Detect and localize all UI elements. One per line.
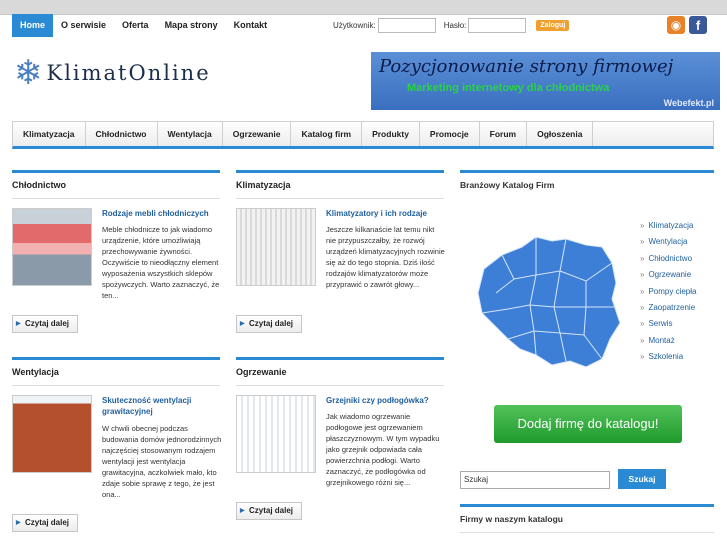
mainnav-katalog[interactable]: Katalog firm bbox=[291, 122, 363, 146]
section-heading: Chłodnictwo bbox=[12, 180, 66, 190]
article-excerpt: Jeszcze kilkanaście lat temu nikt nie pr… bbox=[326, 225, 445, 289]
username-input[interactable] bbox=[377, 18, 436, 33]
read-more-button[interactable]: Czytaj dalej bbox=[12, 315, 78, 333]
section-heading: Ogrzewanie bbox=[236, 367, 287, 377]
nav-home[interactable]: Home bbox=[12, 14, 54, 37]
logo-part1: Klimat bbox=[46, 61, 129, 85]
category-item[interactable]: » Wentylacja bbox=[640, 234, 696, 250]
category-item[interactable]: » Szkolenia bbox=[640, 349, 696, 365]
read-more-button[interactable]: Czytaj dalej bbox=[236, 315, 302, 333]
category-item[interactable]: » Montaż bbox=[640, 333, 696, 349]
add-company-button[interactable]: Dodaj firmę do katalogu! bbox=[494, 405, 682, 443]
banner-subline: Marketing internetowy dla chłodnictwa bbox=[407, 82, 610, 94]
mainnav-wentylacja[interactable]: Wentylacja bbox=[158, 122, 223, 146]
article-title[interactable]: Rodzaje mebli chłodniczych bbox=[102, 208, 222, 219]
nav-contact[interactable]: Kontakt bbox=[226, 14, 276, 37]
mainnav-promocje[interactable]: Promocje bbox=[420, 122, 480, 146]
search-input[interactable]: Szukaj bbox=[460, 471, 610, 489]
banner-headline: Pozycjonowanie strony firmowej bbox=[379, 56, 674, 77]
top-nav: Home O serwisie Oferta Mapa strony Konta… bbox=[12, 14, 275, 37]
password-input[interactable] bbox=[468, 18, 527, 33]
article-title[interactable]: Klimatyzatory i ich rodzaje bbox=[326, 208, 446, 219]
firms-panel: Firmy w naszym katalogu bbox=[460, 504, 714, 533]
social-links: ◉ f bbox=[667, 16, 707, 34]
section-chlodnictwo: Chłodnictwo Rodzaje mebli chłodniczych M… bbox=[12, 170, 220, 340]
password-label: Hasło: bbox=[443, 21, 467, 30]
nav-offer[interactable]: Oferta bbox=[114, 14, 157, 37]
read-more-button[interactable]: Czytaj dalej bbox=[12, 514, 78, 532]
login-form: Użytkownik: Hasło: Zaloguj bbox=[333, 18, 570, 33]
catalog-panel: Branżowy Katalog Firm bbox=[460, 170, 714, 190]
rss-icon[interactable]: ◉ bbox=[667, 16, 685, 34]
mainnav-forum[interactable]: Forum bbox=[480, 122, 528, 146]
firms-heading: Firmy w naszym katalogu bbox=[460, 514, 563, 524]
nav-sitemap[interactable]: Mapa strony bbox=[157, 14, 226, 37]
catalog-heading: Branżowy Katalog Firm bbox=[460, 180, 555, 190]
category-item[interactable]: » Serwis bbox=[640, 316, 696, 332]
facebook-icon[interactable]: f bbox=[689, 16, 707, 34]
mainnav-klimatyzacja[interactable]: Klimatyzacja bbox=[13, 122, 86, 146]
article-title[interactable]: Skuteczność wentylacji grawitacyjnej bbox=[102, 395, 222, 417]
mainnav-chlodnictwo[interactable]: Chłodnictwo bbox=[86, 122, 158, 146]
nav-about[interactable]: O serwisie bbox=[53, 14, 114, 37]
login-button[interactable]: Zaloguj bbox=[536, 20, 570, 31]
article-excerpt: Jak wiadomo ogrzewanie podłogowe jest og… bbox=[326, 412, 440, 487]
article-excerpt: Meble chłodnicze to jak wiadomo urządzen… bbox=[102, 225, 220, 300]
section-heading: Klimatyzacja bbox=[236, 180, 291, 190]
category-item[interactable]: » Klimatyzacja bbox=[640, 218, 696, 234]
category-item[interactable]: » Chłodnictwo bbox=[640, 251, 696, 267]
article-excerpt: W chwili obecnej podczas budowania domów… bbox=[102, 424, 222, 499]
section-klimatyzacja: Klimatyzacja Klimatyzatory i ich rodzaje… bbox=[236, 170, 446, 340]
article-title[interactable]: Grzejniki czy podłogówka? bbox=[326, 395, 446, 406]
section-heading: Wentylacja bbox=[12, 367, 59, 377]
banner-brand: Webefekt.pl bbox=[663, 98, 714, 108]
section-ogrzewanie: Ogrzewanie Grzejniki czy podłogówka? Jak… bbox=[236, 357, 444, 537]
mainnav-ogrzewanie[interactable]: Ogrzewanie bbox=[223, 122, 292, 146]
mainnav-ogloszenia[interactable]: Ogłoszenia bbox=[527, 122, 594, 146]
site-logo[interactable]: ❄ KlimatOnline bbox=[14, 56, 211, 90]
read-more-button[interactable]: Czytaj dalej bbox=[236, 502, 302, 520]
mainnav-produkty[interactable]: Produkty bbox=[362, 122, 420, 146]
poland-map[interactable] bbox=[474, 227, 624, 372]
username-label: Użytkownik: bbox=[333, 21, 376, 30]
category-list: » Klimatyzacja » Wentylacja » Chłodnictwo »… bbox=[640, 218, 696, 366]
search-button[interactable]: Szukaj bbox=[618, 469, 666, 489]
category-item[interactable]: » Pompy ciepła bbox=[640, 284, 696, 300]
section-wentylacja: Wentylacja Skuteczność wentylacji grawit… bbox=[12, 357, 222, 537]
main-nav: Klimatyzacja Chłodnictwo Wentylacja Ogrz… bbox=[12, 121, 714, 149]
category-item[interactable]: » Ogrzewanie bbox=[640, 267, 696, 283]
snowflake-icon: ❄ bbox=[14, 54, 43, 92]
category-item[interactable]: » Zaopatrzenie bbox=[640, 300, 696, 316]
logo-part2: Online bbox=[128, 61, 211, 85]
ad-banner[interactable]: Pozycjonowanie strony firmowej Marketing… bbox=[371, 52, 720, 110]
